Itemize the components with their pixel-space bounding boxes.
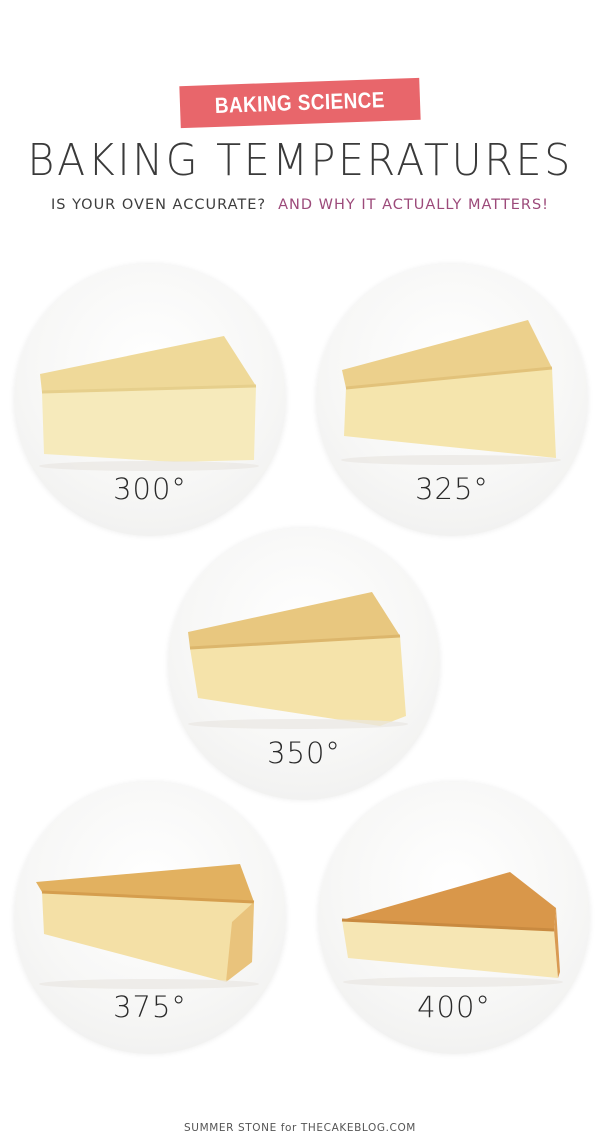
temperature-label: 325° bbox=[415, 472, 489, 506]
cake-sample-300: 300° bbox=[14, 264, 286, 536]
subtitle-question: IS YOUR OVEN ACCURATE? bbox=[51, 197, 267, 213]
temperature-label: 400° bbox=[417, 990, 491, 1024]
cake-sample-325: 325° bbox=[316, 264, 588, 536]
temperature-label: 300° bbox=[113, 472, 187, 506]
cake-sample-400: 400° bbox=[318, 782, 590, 1054]
subtitle-why: AND WHY IT ACTUALLY MATTERS! bbox=[278, 197, 549, 213]
page-title: BAKING TEMPERATURES bbox=[0, 135, 600, 186]
footer-credit: SUMMER STONE for THECAKEBLOG.COM bbox=[184, 1122, 416, 1134]
temperature-label: 350° bbox=[267, 736, 341, 770]
temperature-label: 375° bbox=[113, 990, 187, 1024]
cake-sample-350: 350° bbox=[168, 528, 440, 800]
cake-sample-375: 375° bbox=[14, 782, 286, 1054]
badge-label: BAKING SCIENCE bbox=[214, 87, 386, 118]
page-subtitle: IS YOUR OVEN ACCURATE? AND WHY IT ACTUALL… bbox=[0, 197, 600, 213]
title-text: BAKING TEMPERATURES bbox=[27, 135, 573, 186]
baking-science-badge: BAKING SCIENCE bbox=[179, 77, 421, 129]
